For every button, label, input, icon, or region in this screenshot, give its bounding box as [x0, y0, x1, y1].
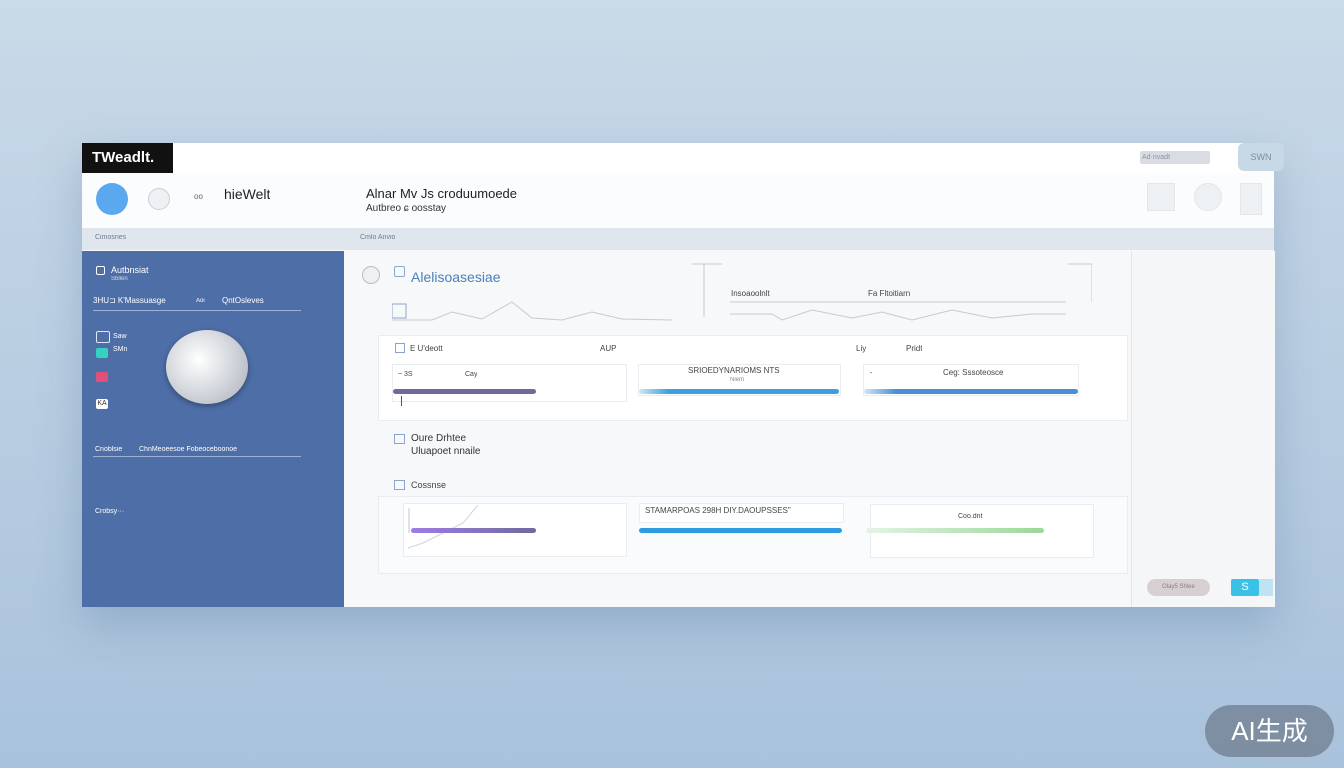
checkbox-item-4[interactable]: KA [96, 399, 108, 409]
progress-bar-3 [864, 389, 1078, 394]
checkbox-item-2[interactable] [96, 348, 108, 358]
footer-action-edge [1259, 579, 1273, 596]
checkbox-item-3[interactable] [96, 372, 108, 382]
metric-col-2: AUP [600, 344, 617, 353]
sidebar-row-right[interactable]: QntOsleves [222, 296, 264, 305]
page-title: Alnar Mv Js croduumoede [366, 186, 518, 201]
header-title: hieWelt [224, 186, 271, 202]
section2-title: Oure Drhtee [411, 433, 467, 444]
footer-pill-button[interactable]: Olay5 Shlee [1147, 579, 1210, 596]
topbar-control[interactable]: Ad·nvadt [1140, 151, 1210, 164]
bottom-card-2-title: STAMARPOAS 298H DIY.DAOUPSSES" [645, 506, 791, 515]
sidebar-section-title: Autbnsiat [111, 265, 149, 275]
sidebar-footer-link[interactable]: Crobsy··· [95, 508, 124, 515]
metric-col-3: Liy [856, 344, 867, 353]
progress-bar-4 [411, 528, 536, 533]
sidebar-bottom-right[interactable]: ChnMeoeesoe Fobeoceboonoe [139, 446, 237, 453]
right-panel [1131, 251, 1275, 607]
sidebar-divider-2 [93, 456, 301, 457]
metrics-checkbox[interactable] [395, 343, 405, 353]
bottom-card-3-text: Coo.dnt [958, 513, 983, 520]
metric-card-1-a: ~ 3S [398, 371, 413, 378]
topbar-tab[interactable]: SWN [1238, 143, 1284, 171]
footer-action-icon[interactable]: S [1231, 579, 1259, 596]
metric-col-1: E U'deott [410, 344, 443, 353]
metric-card-1[interactable] [392, 364, 627, 402]
check-item-2-label: SMn [113, 346, 128, 353]
text-cursor [401, 396, 402, 406]
breadcrumb-right[interactable]: Cmlo Anvio [360, 234, 395, 241]
checkbox-item-1[interactable] [96, 331, 110, 343]
metric-col-4: Pridt [906, 344, 923, 353]
metric-card-2-title: SRIOEDYNARIOMS NTS [688, 366, 780, 375]
sidebar-bottom-left[interactable]: Cnoblsie [95, 446, 122, 453]
metric-card-1-b: Cay [465, 371, 478, 378]
chart-label-left: Insoaoolnlt [731, 289, 770, 298]
breadcrumb-left[interactable]: Cimosnes [95, 234, 126, 241]
app-logo: TWeadlt. [82, 143, 173, 173]
progress-bar-5 [639, 528, 842, 533]
section3-title: Cossnse [411, 480, 447, 490]
section-icon [362, 266, 380, 284]
section3-checkbox[interactable] [394, 480, 405, 490]
header-dot-label: oo [194, 192, 203, 201]
circle-icon[interactable] [1194, 183, 1222, 211]
sidebar-section-subtitle: Sbllen [111, 276, 128, 282]
metric-card-3-dash: - [870, 370, 873, 377]
section2-checkbox[interactable] [394, 434, 405, 444]
sidebar-section-icon [96, 266, 105, 275]
progress-bar-6 [866, 528, 1044, 533]
sidebar-divider [93, 310, 301, 311]
chart-label-right: Fa Fltoitiarn [868, 289, 911, 298]
metric-card-2-sub: Nlem [730, 377, 745, 383]
ai-generated-watermark: AI生成 [1205, 705, 1334, 757]
progress-bar-2 [639, 389, 839, 394]
section2-subtitle: Uluapoet nnaile [411, 446, 481, 457]
avatar[interactable] [96, 183, 128, 215]
settings-icon[interactable] [148, 188, 170, 210]
sidebar-row-left[interactable]: 3HU⊐ K'Massuasge [93, 296, 166, 305]
dial-knob[interactable] [166, 330, 248, 404]
title-bar [82, 143, 1274, 173]
metric-card-3-text: Ceg: Sssoteosce [943, 368, 1004, 377]
sidebar-row-mid[interactable]: Aoi [196, 298, 205, 304]
page-subtitle: Autbreo ɕ oosstay [366, 203, 447, 214]
info-icon[interactable] [1147, 183, 1175, 211]
breadcrumb-strip [82, 228, 1274, 250]
bookmark-icon[interactable] [1240, 183, 1262, 215]
progress-bar-1 [393, 389, 536, 394]
check-item-1-label: Saw [113, 333, 127, 340]
